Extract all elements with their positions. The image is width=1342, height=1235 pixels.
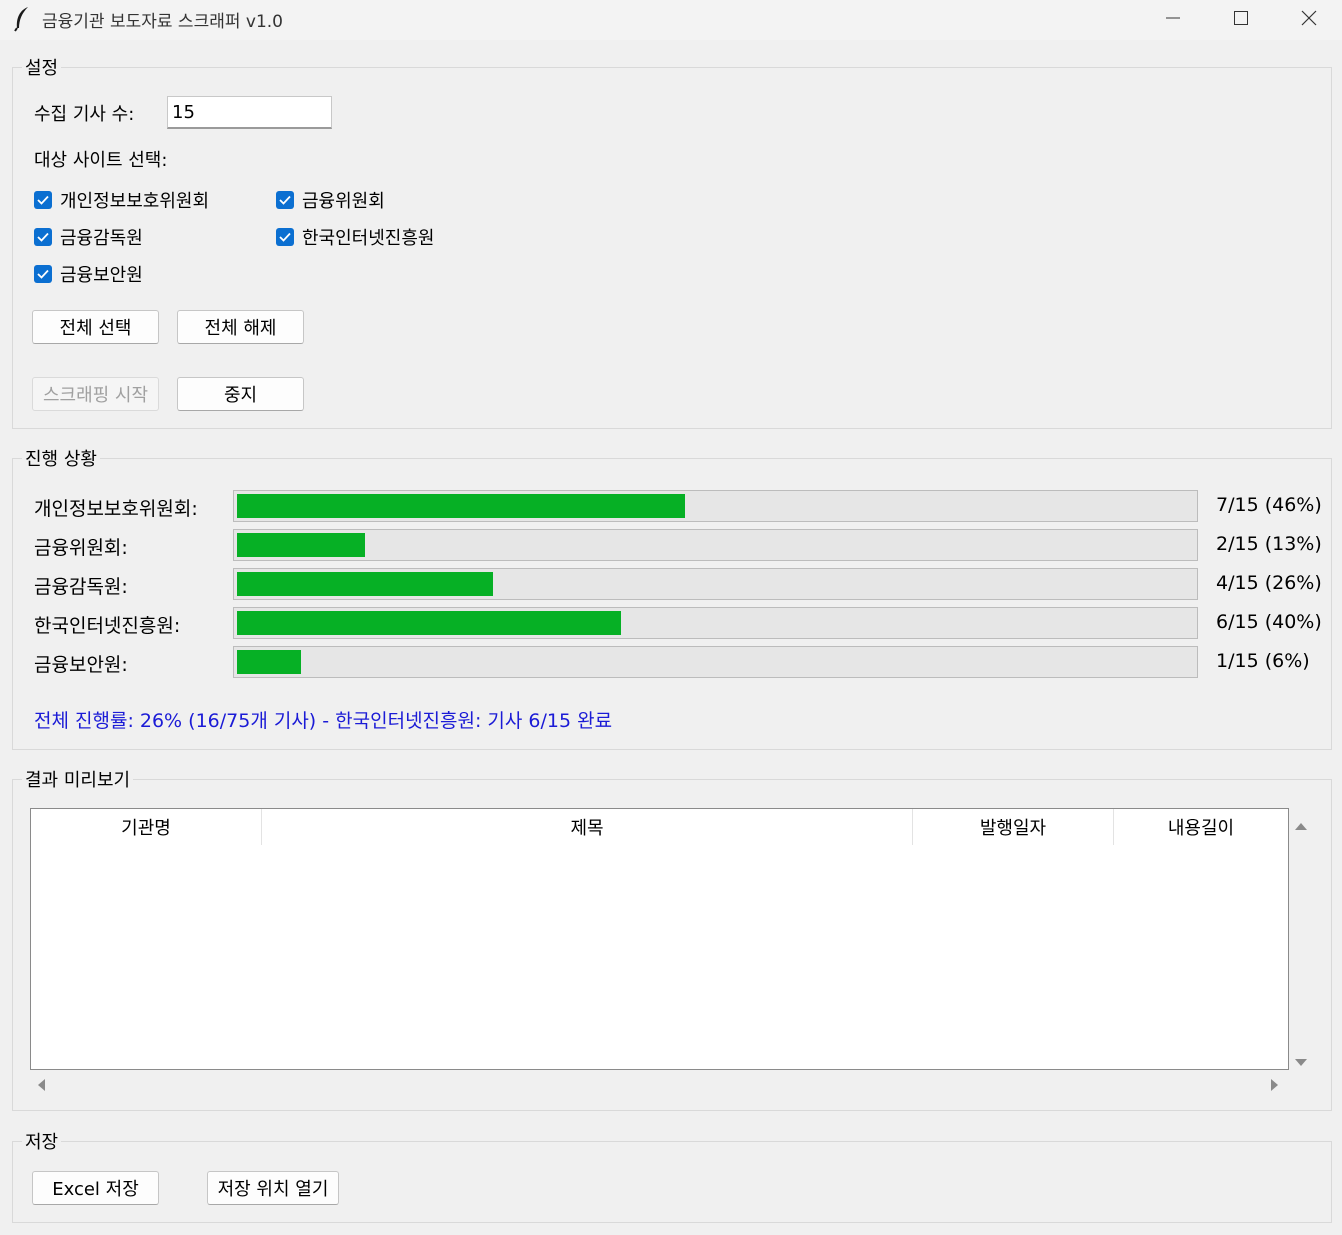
scroll-up-arrow[interactable] xyxy=(1294,815,1310,830)
progress-label: 개인정보보호위원회: xyxy=(34,498,198,520)
results-table[interactable]: 기관명 제목 발행일자 내용길이 xyxy=(30,808,1289,1070)
select-all-button[interactable]: 전체 선택 xyxy=(32,310,159,344)
sites-label: 대상 사이트 선택: xyxy=(34,150,168,171)
progress-count-text: 6/15 (40%) xyxy=(1216,611,1322,633)
checkmark-icon xyxy=(37,269,49,279)
progress-count-text: 7/15 (46%) xyxy=(1216,494,1322,516)
progress-label: 금융보안원: xyxy=(34,654,128,676)
triangle-up-icon xyxy=(1295,823,1307,830)
open-save-location-button[interactable]: 저장 위치 열기 xyxy=(207,1171,339,1205)
checkmark-icon xyxy=(37,195,49,205)
progress-count-text: 1/15 (6%) xyxy=(1216,650,1310,672)
minimize-button[interactable] xyxy=(1140,0,1206,36)
close-button[interactable] xyxy=(1276,0,1342,36)
progress-count-text: 4/15 (26%) xyxy=(1216,572,1322,594)
checkbox-fss[interactable] xyxy=(34,228,52,246)
column-header-length[interactable]: 내용길이 xyxy=(1114,809,1288,845)
progress-bar-fill xyxy=(237,572,493,596)
triangle-right-icon xyxy=(1271,1079,1278,1091)
checkbox-fsi[interactable] xyxy=(34,265,52,283)
overall-progress-text: 전체 진행률: 26% (16/75개 기사) - 한국인터넷진흥원: 기사 6… xyxy=(34,710,613,732)
scroll-down-arrow[interactable] xyxy=(1294,1051,1310,1066)
progress-bar xyxy=(233,568,1198,600)
column-header-date[interactable]: 발행일자 xyxy=(913,809,1114,845)
progress-bar xyxy=(233,646,1198,678)
start-scraping-button[interactable]: 스크래핑 시작 xyxy=(32,377,159,411)
feather-icon xyxy=(14,7,28,32)
checkbox-label-fsi[interactable]: 금융보안원 xyxy=(60,261,143,287)
article-count-input[interactable] xyxy=(167,96,332,129)
minimize-icon xyxy=(1166,17,1180,19)
progress-count-text: 2/15 (13%) xyxy=(1216,533,1322,555)
save-group-label: 저장 xyxy=(22,1128,62,1154)
title-bar: 금융기관 보도자료 스크래퍼 v1.0 xyxy=(0,0,1342,40)
stop-button[interactable]: 중지 xyxy=(177,377,304,411)
settings-group-label: 설정 xyxy=(22,54,62,80)
progress-label: 한국인터넷진흥원: xyxy=(34,615,181,637)
close-icon xyxy=(1301,10,1317,26)
deselect-all-button[interactable]: 전체 해제 xyxy=(177,310,304,344)
progress-bar xyxy=(233,529,1198,561)
checkmark-icon xyxy=(279,195,291,205)
checkbox-label-fss[interactable]: 금융감독원 xyxy=(60,224,143,250)
checkbox-fsc[interactable] xyxy=(276,191,294,209)
scroll-right-arrow[interactable] xyxy=(1270,1076,1284,1092)
progress-bar-fill xyxy=(237,494,685,518)
window-title: 금융기관 보도자료 스크래퍼 v1.0 xyxy=(42,12,283,32)
progress-label: 금융위원회: xyxy=(34,537,128,559)
progress-bar xyxy=(233,490,1198,522)
checkbox-pipc[interactable] xyxy=(34,191,52,209)
article-count-label: 수집 기사 수: xyxy=(34,104,135,125)
checkmark-icon xyxy=(279,232,291,242)
column-header-title[interactable]: 제목 xyxy=(262,809,913,845)
checkbox-kisa[interactable] xyxy=(276,228,294,246)
checkbox-label-pipc[interactable]: 개인정보보호위원회 xyxy=(60,187,209,213)
maximize-button[interactable] xyxy=(1208,0,1274,36)
checkmark-icon xyxy=(37,232,49,242)
progress-bar-fill xyxy=(237,611,621,635)
progress-group-label: 진행 상황 xyxy=(22,445,100,471)
scroll-left-arrow[interactable] xyxy=(36,1076,50,1092)
checkbox-label-kisa[interactable]: 한국인터넷진흥원 xyxy=(302,224,434,250)
excel-save-button[interactable]: Excel 저장 xyxy=(32,1171,159,1205)
maximize-icon xyxy=(1234,11,1248,25)
progress-bar-fill xyxy=(237,650,301,674)
progress-bar-fill xyxy=(237,533,365,557)
column-header-org[interactable]: 기관명 xyxy=(31,809,262,845)
progress-bar xyxy=(233,607,1198,639)
triangle-left-icon xyxy=(38,1079,45,1091)
progress-label: 금융감독원: xyxy=(34,576,128,598)
results-group-label: 결과 미리보기 xyxy=(22,766,134,792)
checkbox-label-fsc[interactable]: 금융위원회 xyxy=(302,187,385,213)
triangle-down-icon xyxy=(1295,1059,1307,1066)
